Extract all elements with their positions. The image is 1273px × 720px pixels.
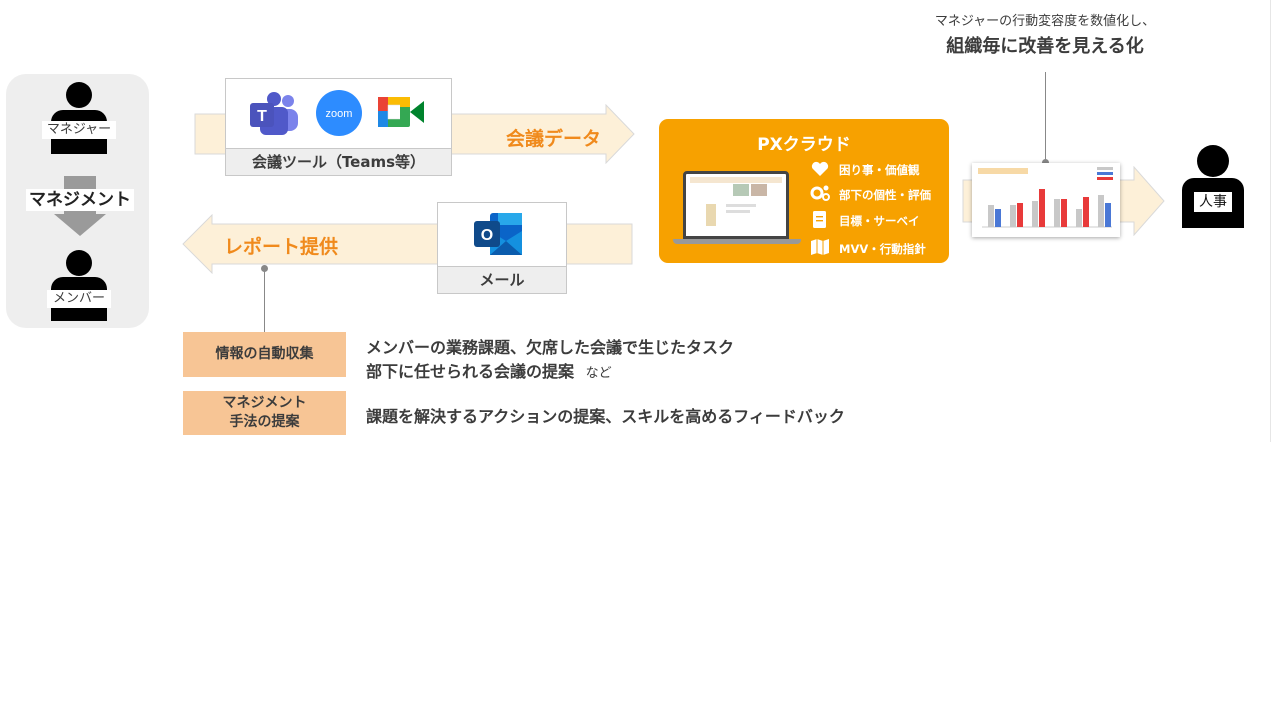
heart-icon: [811, 161, 829, 176]
report-connector: [264, 270, 265, 332]
auto-collect-tag: 情報の自動収集: [183, 332, 346, 377]
management-method-tag: マネジメント 手法の提案: [183, 391, 346, 435]
auto-collect-suffix: など: [585, 366, 612, 381]
teams-icon: T: [250, 92, 298, 135]
feature-4-label: MVV・行動指針: [839, 242, 926, 256]
feature-1-label: 困り事・価値観: [839, 163, 920, 177]
top-note-connector: [1045, 72, 1046, 162]
report-label: レポート提供: [224, 236, 339, 258]
laptop-base: [673, 239, 801, 244]
management-label: マネジメント: [26, 189, 134, 211]
member-badge-bars: [52, 311, 104, 320]
auto-collect-line2-wrap: 部下に任せられる会議の提案 など: [366, 358, 612, 382]
outlook-icon: O: [474, 213, 522, 255]
meeting-tools-label: 会議ツール（Teams等）: [226, 148, 451, 175]
top-note-line2: 組織毎に改善を見える化: [946, 36, 1144, 57]
mail-box: O メール: [437, 202, 567, 294]
feature-3-label: 目標・サーベイ: [839, 214, 920, 228]
svg-text:O: O: [481, 227, 493, 244]
manager-label: マネジャー: [42, 121, 116, 139]
svg-text:T: T: [257, 108, 267, 125]
gears-icon: [810, 185, 830, 201]
laptop-screen: [683, 171, 789, 239]
px-cloud-box: PXクラウド 困り事・価値観 部下の個性・評価 目標・サーベイ MVV・行動指針: [659, 119, 949, 263]
zoom-text: zoom: [326, 108, 353, 120]
management-method-line1: 課題を解決するアクションの提案、スキルを高めるフィードバック: [366, 407, 845, 426]
mail-label: メール: [438, 266, 566, 293]
google-meet-icon: [378, 97, 424, 127]
member-label: メンバー: [47, 290, 111, 308]
top-note: マネジャーの行動変容度を数値化し、 組織毎に改善を見える化: [900, 10, 1190, 58]
zoom-icon: zoom: [316, 90, 362, 136]
document-icon: [813, 211, 826, 228]
feature-2-label: 部下の個性・評価: [839, 188, 931, 202]
px-cloud-title: PXクラウド: [757, 135, 851, 155]
meeting-data-label: 会議データ: [506, 128, 602, 150]
auto-collect-line1: メンバーの業務課題、欠席した会議で生じたタスク: [366, 338, 735, 357]
member-head-icon: [66, 250, 92, 276]
meeting-tools-box: T zoom 会議ツール（Teams等）: [225, 78, 452, 176]
manager-badge-bars: [52, 143, 104, 152]
auto-collect-line2: 部下に任せられる会議の提案: [366, 362, 575, 381]
hr-head-icon: [1197, 145, 1229, 177]
report-thumbnail: [972, 163, 1120, 237]
top-note-line1: マネジャーの行動変容度を数値化し、: [934, 14, 1156, 29]
hr-label: 人事: [1194, 192, 1232, 212]
auto-collect-tag-text: 情報の自動収集: [215, 346, 314, 363]
map-icon: [811, 239, 829, 255]
thumbnail-bars: [982, 189, 1112, 228]
right-edge-line: [1270, 0, 1271, 442]
management-method-tag-line1: マネジメント: [222, 395, 307, 412]
management-method-tag-line2: 手法の提案: [229, 414, 300, 430]
manager-head-icon: [66, 82, 92, 108]
